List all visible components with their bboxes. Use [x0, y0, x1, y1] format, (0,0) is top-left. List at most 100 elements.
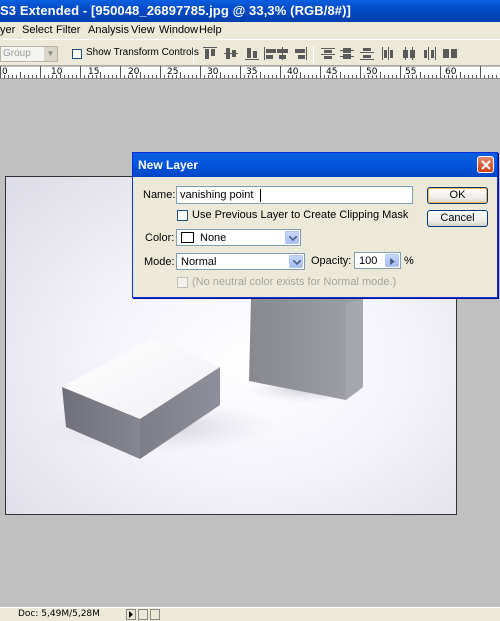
ruler-tick: [184, 75, 185, 78]
color-dropdown[interactable]: None: [176, 229, 301, 246]
dropdown-arrow-icon[interactable]: [285, 231, 299, 244]
ruler-tick: [284, 75, 285, 78]
ruler-tick: [376, 75, 377, 78]
ruler-tick: [216, 75, 217, 78]
menu-layer[interactable]: yer: [0, 24, 15, 36]
align-hcenter-icon[interactable]: [276, 47, 290, 60]
slider-arrow-icon[interactable]: [385, 254, 399, 267]
ruler-tick: [256, 75, 257, 78]
ruler-tick: [236, 75, 237, 78]
play-icon[interactable]: [126, 609, 136, 620]
ruler-tick: [172, 75, 173, 78]
ruler-tick: [32, 75, 33, 78]
ruler-tick: [248, 75, 249, 78]
menu-view[interactable]: View: [131, 24, 155, 36]
distribute-top-icon[interactable]: [321, 47, 335, 60]
ruler-tick: [128, 75, 129, 78]
ruler-tick: [60, 72, 61, 78]
ruler-tick: [396, 75, 397, 78]
menu-bar: yer Select Filter Analysis View Window H…: [0, 22, 500, 39]
ruler-tick: [180, 72, 181, 78]
show-transform-checkbox[interactable]: [72, 49, 82, 59]
doc-info: Doc: 5,49M/5,28M: [18, 609, 100, 619]
distribute-vcenter-icon[interactable]: [340, 47, 354, 60]
ruler-tick: [88, 75, 89, 78]
align-bottom-icon[interactable]: [245, 47, 259, 60]
ruler-tick: [132, 75, 133, 78]
ruler-tick: [28, 75, 29, 78]
dialog-title-bar[interactable]: New Layer: [133, 153, 497, 177]
distribute-bottom-icon[interactable]: [360, 47, 374, 60]
ruler-tick: [324, 75, 325, 78]
ruler-tick: [400, 66, 401, 78]
clipping-mask-checkbox[interactable]: [177, 210, 188, 221]
mode-dropdown[interactable]: Normal: [176, 253, 305, 270]
align-vcenter-icon[interactable]: [224, 47, 238, 60]
close-button[interactable]: [477, 156, 494, 173]
ruler-tick: [412, 75, 413, 78]
ruler-tick: [20, 72, 21, 78]
distribute-left-icon[interactable]: [381, 47, 395, 60]
name-input[interactable]: vanishing point: [176, 186, 413, 204]
align-top-icon[interactable]: [203, 47, 217, 60]
opacity-input[interactable]: 100: [354, 252, 401, 269]
ruler-tick: [192, 75, 193, 78]
menu-select[interactable]: Select: [22, 24, 53, 36]
ruler-tick: [36, 75, 37, 78]
options-bar: Group ▼ Show Transform Controls: [0, 39, 500, 66]
ruler-tick: [404, 75, 405, 78]
status-bar: Doc: 5,49M/5,28M: [0, 607, 500, 621]
distribute-hcenter-icon[interactable]: [402, 47, 416, 60]
dropdown-arrow-icon[interactable]: [289, 255, 303, 268]
menu-window[interactable]: Window: [159, 24, 198, 36]
cancel-button[interactable]: Cancel: [427, 210, 488, 227]
ok-button[interactable]: OK: [427, 187, 488, 204]
ruler-tick: [304, 75, 305, 78]
ruler-tick: [220, 72, 221, 78]
ruler-tick: [96, 75, 97, 78]
ruler-tick: [100, 72, 101, 78]
ruler-tick: [92, 75, 93, 78]
align-right-icon[interactable]: [293, 47, 307, 60]
ruler-tick: [56, 75, 57, 78]
neutral-color-label: (No neutral color exists for Normal mode…: [192, 276, 397, 288]
ruler-tick: [8, 75, 9, 78]
toolbar-divider: [193, 46, 194, 63]
ruler-tick: [160, 66, 161, 78]
ruler-tick: [124, 75, 125, 78]
ruler-tick: [432, 75, 433, 78]
ruler-tick: [232, 75, 233, 78]
scroll-left-button[interactable]: [138, 609, 148, 620]
toolbar-divider: [313, 46, 314, 63]
scroll-right-button[interactable]: [150, 609, 160, 620]
name-label: Name:: [143, 189, 176, 201]
ruler-tick: [452, 75, 453, 78]
menu-help[interactable]: Help: [199, 24, 222, 36]
ruler-tick: [140, 72, 141, 78]
neutral-color-checkbox: [177, 277, 188, 288]
ruler-tick: [308, 75, 309, 78]
ruler-tick: [392, 75, 393, 78]
ruler-tick: [40, 66, 41, 78]
ruler-tick: [252, 75, 253, 78]
ruler-tick: [340, 72, 341, 78]
ruler-tick: [496, 75, 497, 78]
ruler-tick: [204, 75, 205, 78]
auto-select-dropdown[interactable]: Group ▼: [0, 46, 58, 62]
window-title: S3 Extended - [950048_26897785.jpg @ 33,…: [0, 3, 351, 18]
auto-align-icon[interactable]: [443, 47, 457, 60]
mode-value: Normal: [181, 256, 217, 268]
menu-analysis[interactable]: Analysis: [88, 24, 129, 36]
opacity-label: Opacity:: [311, 255, 352, 267]
ruler-label: 55: [405, 67, 417, 77]
distribute-right-icon[interactable]: [423, 47, 437, 60]
ruler-tick: [352, 75, 353, 78]
ruler-tick: [228, 75, 229, 78]
ruler-tick: [84, 75, 85, 78]
ruler-tick: [48, 75, 49, 78]
menu-filter[interactable]: Filter: [56, 24, 80, 36]
ruler-tick: [472, 75, 473, 78]
ruler-tick: [332, 75, 333, 78]
ruler-tick: [364, 75, 365, 78]
ruler-tick: [316, 75, 317, 78]
